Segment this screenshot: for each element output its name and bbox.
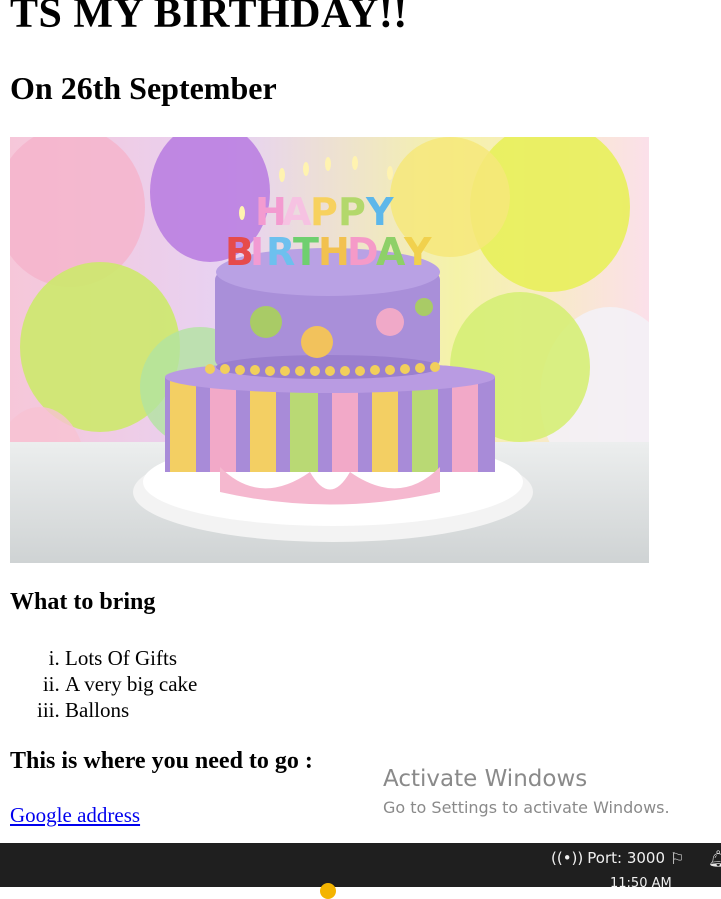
port-indicator[interactable]: ((•)) Port: 3000 xyxy=(551,849,665,867)
svg-text:T: T xyxy=(293,230,319,274)
svg-text:P: P xyxy=(338,190,366,234)
where-heading: This is where you need to go : xyxy=(10,748,313,774)
feedback-icon[interactable]: ⚐ xyxy=(670,849,684,868)
svg-text:H: H xyxy=(318,230,350,274)
svg-text:Y: Y xyxy=(403,230,432,274)
broadcast-icon: ((•)) xyxy=(551,849,584,867)
date-subtitle: On 26th September xyxy=(10,70,277,106)
svg-text:Y: Y xyxy=(365,190,394,234)
svg-text:I: I xyxy=(250,230,264,274)
bring-heading: What to bring xyxy=(10,589,156,615)
clock: 11:50 AM xyxy=(610,876,672,891)
svg-text:R: R xyxy=(266,230,295,274)
svg-text:A: A xyxy=(376,230,406,274)
activate-windows-watermark: Activate Windows Go to Settings to activ… xyxy=(383,766,670,817)
list-item: Lots Of Gifts xyxy=(65,645,197,671)
list-item: Ballons xyxy=(65,697,197,723)
svg-text:A: A xyxy=(282,190,312,234)
page-title: TS MY BIRTHDAY!! xyxy=(10,0,408,37)
port-label: Port: 3000 xyxy=(587,849,665,867)
svg-text:P: P xyxy=(310,190,338,234)
activate-subtitle: Go to Settings to activate Windows. xyxy=(383,798,670,817)
activate-title: Activate Windows xyxy=(383,766,588,792)
app-icon[interactable] xyxy=(320,883,336,899)
google-address-link[interactable]: Google address xyxy=(10,803,140,828)
birthday-cake-image: H A P P Y B I R T H D A Y xyxy=(10,137,649,563)
list-item: A very big cake xyxy=(65,671,197,697)
svg-text:D: D xyxy=(347,230,379,274)
bring-list: Lots Of Gifts A very big cake Ballons xyxy=(10,645,197,723)
taskbar: ((•)) Port: 3000 ⚐ 🔔︎ 11:50 AM xyxy=(0,843,721,899)
notification-bell-icon[interactable]: 🔔︎ xyxy=(708,849,721,868)
